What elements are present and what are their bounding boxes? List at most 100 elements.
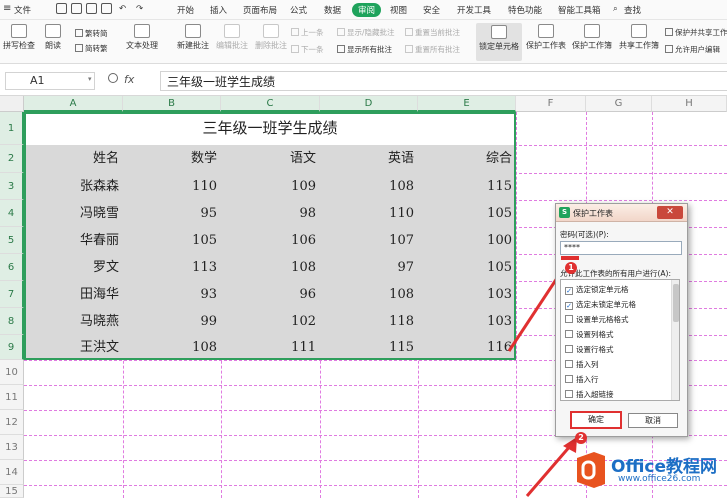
permission-item[interactable]: 插入列 bbox=[565, 359, 599, 370]
search-label[interactable]: 查找 bbox=[624, 4, 641, 16]
lock-cells-button[interactable]: 锁定单元格 bbox=[476, 23, 522, 61]
column-header[interactable]: E bbox=[418, 96, 516, 112]
close-icon[interactable]: ✕ bbox=[657, 206, 683, 219]
allow-edit-ranges-button[interactable]: 允许用户编辑 bbox=[665, 44, 720, 55]
name-box[interactable]: A1 bbox=[5, 72, 95, 90]
reset-current-comment-button[interactable]: 重置当前批注 bbox=[405, 27, 460, 38]
fx-icon[interactable]: fx bbox=[124, 73, 134, 86]
row-header[interactable]: 2 bbox=[0, 145, 24, 173]
row-header[interactable]: 4 bbox=[0, 200, 24, 227]
column-header[interactable]: F bbox=[516, 96, 586, 112]
scrollbar[interactable] bbox=[671, 280, 679, 400]
prev-comment-button[interactable]: 上一条 bbox=[291, 27, 324, 38]
tab-insert[interactable]: 插入 bbox=[210, 4, 227, 16]
password-input[interactable]: **** bbox=[560, 241, 682, 255]
formula-input[interactable]: 三年级一班学生成绩 bbox=[160, 71, 727, 91]
row-header[interactable]: 10 bbox=[0, 360, 24, 385]
protect-workbook-button[interactable]: 保护工作簿 bbox=[570, 24, 614, 51]
show-hide-comment-button[interactable]: 显示/隐藏批注 bbox=[337, 27, 395, 38]
column-header[interactable]: H bbox=[652, 96, 727, 112]
next-comment-button[interactable]: 下一条 bbox=[291, 44, 324, 55]
gridline-vertical bbox=[516, 112, 517, 498]
protect-sheet-button[interactable]: 保护工作表 bbox=[525, 24, 567, 51]
permission-item[interactable]: 设置列格式 bbox=[565, 329, 614, 340]
column-header[interactable]: D bbox=[320, 96, 418, 112]
permission-item[interactable]: ✓ 选定锁定单元格 bbox=[565, 284, 629, 295]
print-icon[interactable] bbox=[86, 3, 97, 14]
menu-file[interactable]: 文件 bbox=[14, 4, 31, 16]
checkbox-checked-icon[interactable]: ✓ bbox=[565, 287, 573, 295]
column-header[interactable]: G bbox=[586, 96, 652, 112]
row-header[interactable]: 15 bbox=[0, 485, 24, 498]
tab-page-layout[interactable]: 页面布局 bbox=[243, 4, 277, 16]
read-aloud-button[interactable]: 朗读 bbox=[42, 24, 64, 51]
preview-icon[interactable] bbox=[101, 3, 112, 14]
permission-item[interactable]: 设置行格式 bbox=[565, 344, 614, 355]
to-simplified-button[interactable]: 简转繁 bbox=[75, 43, 108, 54]
tab-formulas[interactable]: 公式 bbox=[290, 4, 307, 16]
checkbox-icon[interactable] bbox=[565, 360, 573, 368]
reset-all-comments-button[interactable]: 重置所有批注 bbox=[405, 44, 460, 55]
row-header[interactable]: 14 bbox=[0, 460, 24, 485]
checkbox-icon[interactable] bbox=[565, 315, 573, 323]
edit-comment-icon bbox=[224, 24, 240, 38]
share-workbook-button[interactable]: 共享工作簿 bbox=[617, 24, 661, 51]
scrollbar-thumb[interactable] bbox=[673, 284, 679, 322]
speaker-icon bbox=[45, 24, 61, 38]
tab-developer[interactable]: 开发工具 bbox=[457, 4, 491, 16]
hamburger-icon[interactable]: ≡ bbox=[3, 3, 11, 14]
tab-features[interactable]: 特色功能 bbox=[508, 4, 542, 16]
edit-comment-button[interactable]: 编辑批注 bbox=[214, 24, 250, 51]
permissions-list[interactable]: ✓ 选定锁定单元格 ✓ 选定未锁定单元格 设置单元格格式 设置列格式设置行格式插入列插入行… bbox=[560, 279, 680, 401]
tab-security[interactable]: 安全 bbox=[423, 4, 440, 16]
row-header[interactable]: 11 bbox=[0, 385, 24, 410]
tab-home[interactable]: 开始 bbox=[177, 4, 194, 16]
new-comment-button[interactable]: 新建批注 bbox=[175, 24, 211, 51]
permission-item[interactable]: ✓ 选定未锁定单元格 bbox=[565, 299, 636, 310]
row-header[interactable]: 12 bbox=[0, 410, 24, 435]
permission-item[interactable]: 插入超链接 bbox=[565, 389, 614, 400]
row-header[interactable]: 13 bbox=[0, 435, 24, 460]
row-header[interactable]: 3 bbox=[0, 173, 24, 200]
row-header[interactable]: 7 bbox=[0, 281, 24, 308]
text-processing-button[interactable]: 文本处理 bbox=[122, 24, 162, 51]
checkbox-icon[interactable] bbox=[565, 390, 573, 398]
checkbox-icon[interactable] bbox=[565, 330, 573, 338]
delete-comment-button[interactable]: 删除批注 bbox=[253, 24, 289, 51]
zoom-icon[interactable] bbox=[108, 73, 118, 83]
export-icon[interactable] bbox=[71, 3, 82, 14]
row-header[interactable]: 8 bbox=[0, 308, 24, 335]
row-header[interactable]: 1 bbox=[0, 112, 24, 145]
highlight-underline bbox=[561, 256, 579, 260]
dialog-titlebar[interactable]: S 保护工作表 ✕ bbox=[556, 204, 687, 222]
row-header[interactable]: 9 bbox=[0, 335, 24, 360]
show-hide-icon bbox=[337, 28, 345, 36]
checkbox-icon[interactable] bbox=[565, 345, 573, 353]
permission-item[interactable]: 设置单元格格式 bbox=[565, 314, 629, 325]
chevron-down-icon[interactable]: ▾ bbox=[88, 75, 92, 83]
column-header[interactable]: B bbox=[123, 96, 221, 112]
select-all-corner[interactable] bbox=[0, 96, 24, 112]
protect-share-workbook-button[interactable]: 保护并共享工作 bbox=[665, 27, 727, 38]
tab-review[interactable]: 审阅 bbox=[352, 3, 382, 17]
undo-icon[interactable]: ↶ bbox=[119, 4, 126, 14]
ok-button[interactable]: 确定 bbox=[570, 411, 622, 429]
menu-bar: ≡ 文件 ↶ ↷ 开始 插入 页面布局 公式 数据 审阅 视图 安全 开发工具 … bbox=[0, 0, 727, 20]
tab-data[interactable]: 数据 bbox=[324, 4, 341, 16]
permission-item[interactable]: 插入行 bbox=[565, 374, 599, 385]
column-header[interactable]: C bbox=[221, 96, 320, 112]
tab-view[interactable]: 视图 bbox=[390, 4, 407, 16]
row-header[interactable]: 5 bbox=[0, 227, 24, 254]
cancel-button[interactable]: 取消 bbox=[628, 413, 678, 428]
row-header[interactable]: 6 bbox=[0, 254, 24, 281]
to-traditional-button[interactable]: 繁转简 bbox=[75, 28, 108, 39]
spell-check-button[interactable]: 拼写检查 bbox=[0, 24, 38, 51]
redo-icon[interactable]: ↷ bbox=[136, 4, 143, 14]
checkbox-icon[interactable] bbox=[565, 375, 573, 383]
tab-smart-toolbox[interactable]: 智能工具箱 bbox=[558, 4, 601, 16]
search-icon[interactable]: ⌕ bbox=[613, 4, 618, 14]
show-all-comments-button[interactable]: 显示所有批注 bbox=[337, 44, 392, 55]
save-icon[interactable] bbox=[56, 3, 67, 14]
checkbox-checked-icon[interactable]: ✓ bbox=[565, 302, 573, 310]
column-header[interactable]: A bbox=[24, 96, 123, 112]
